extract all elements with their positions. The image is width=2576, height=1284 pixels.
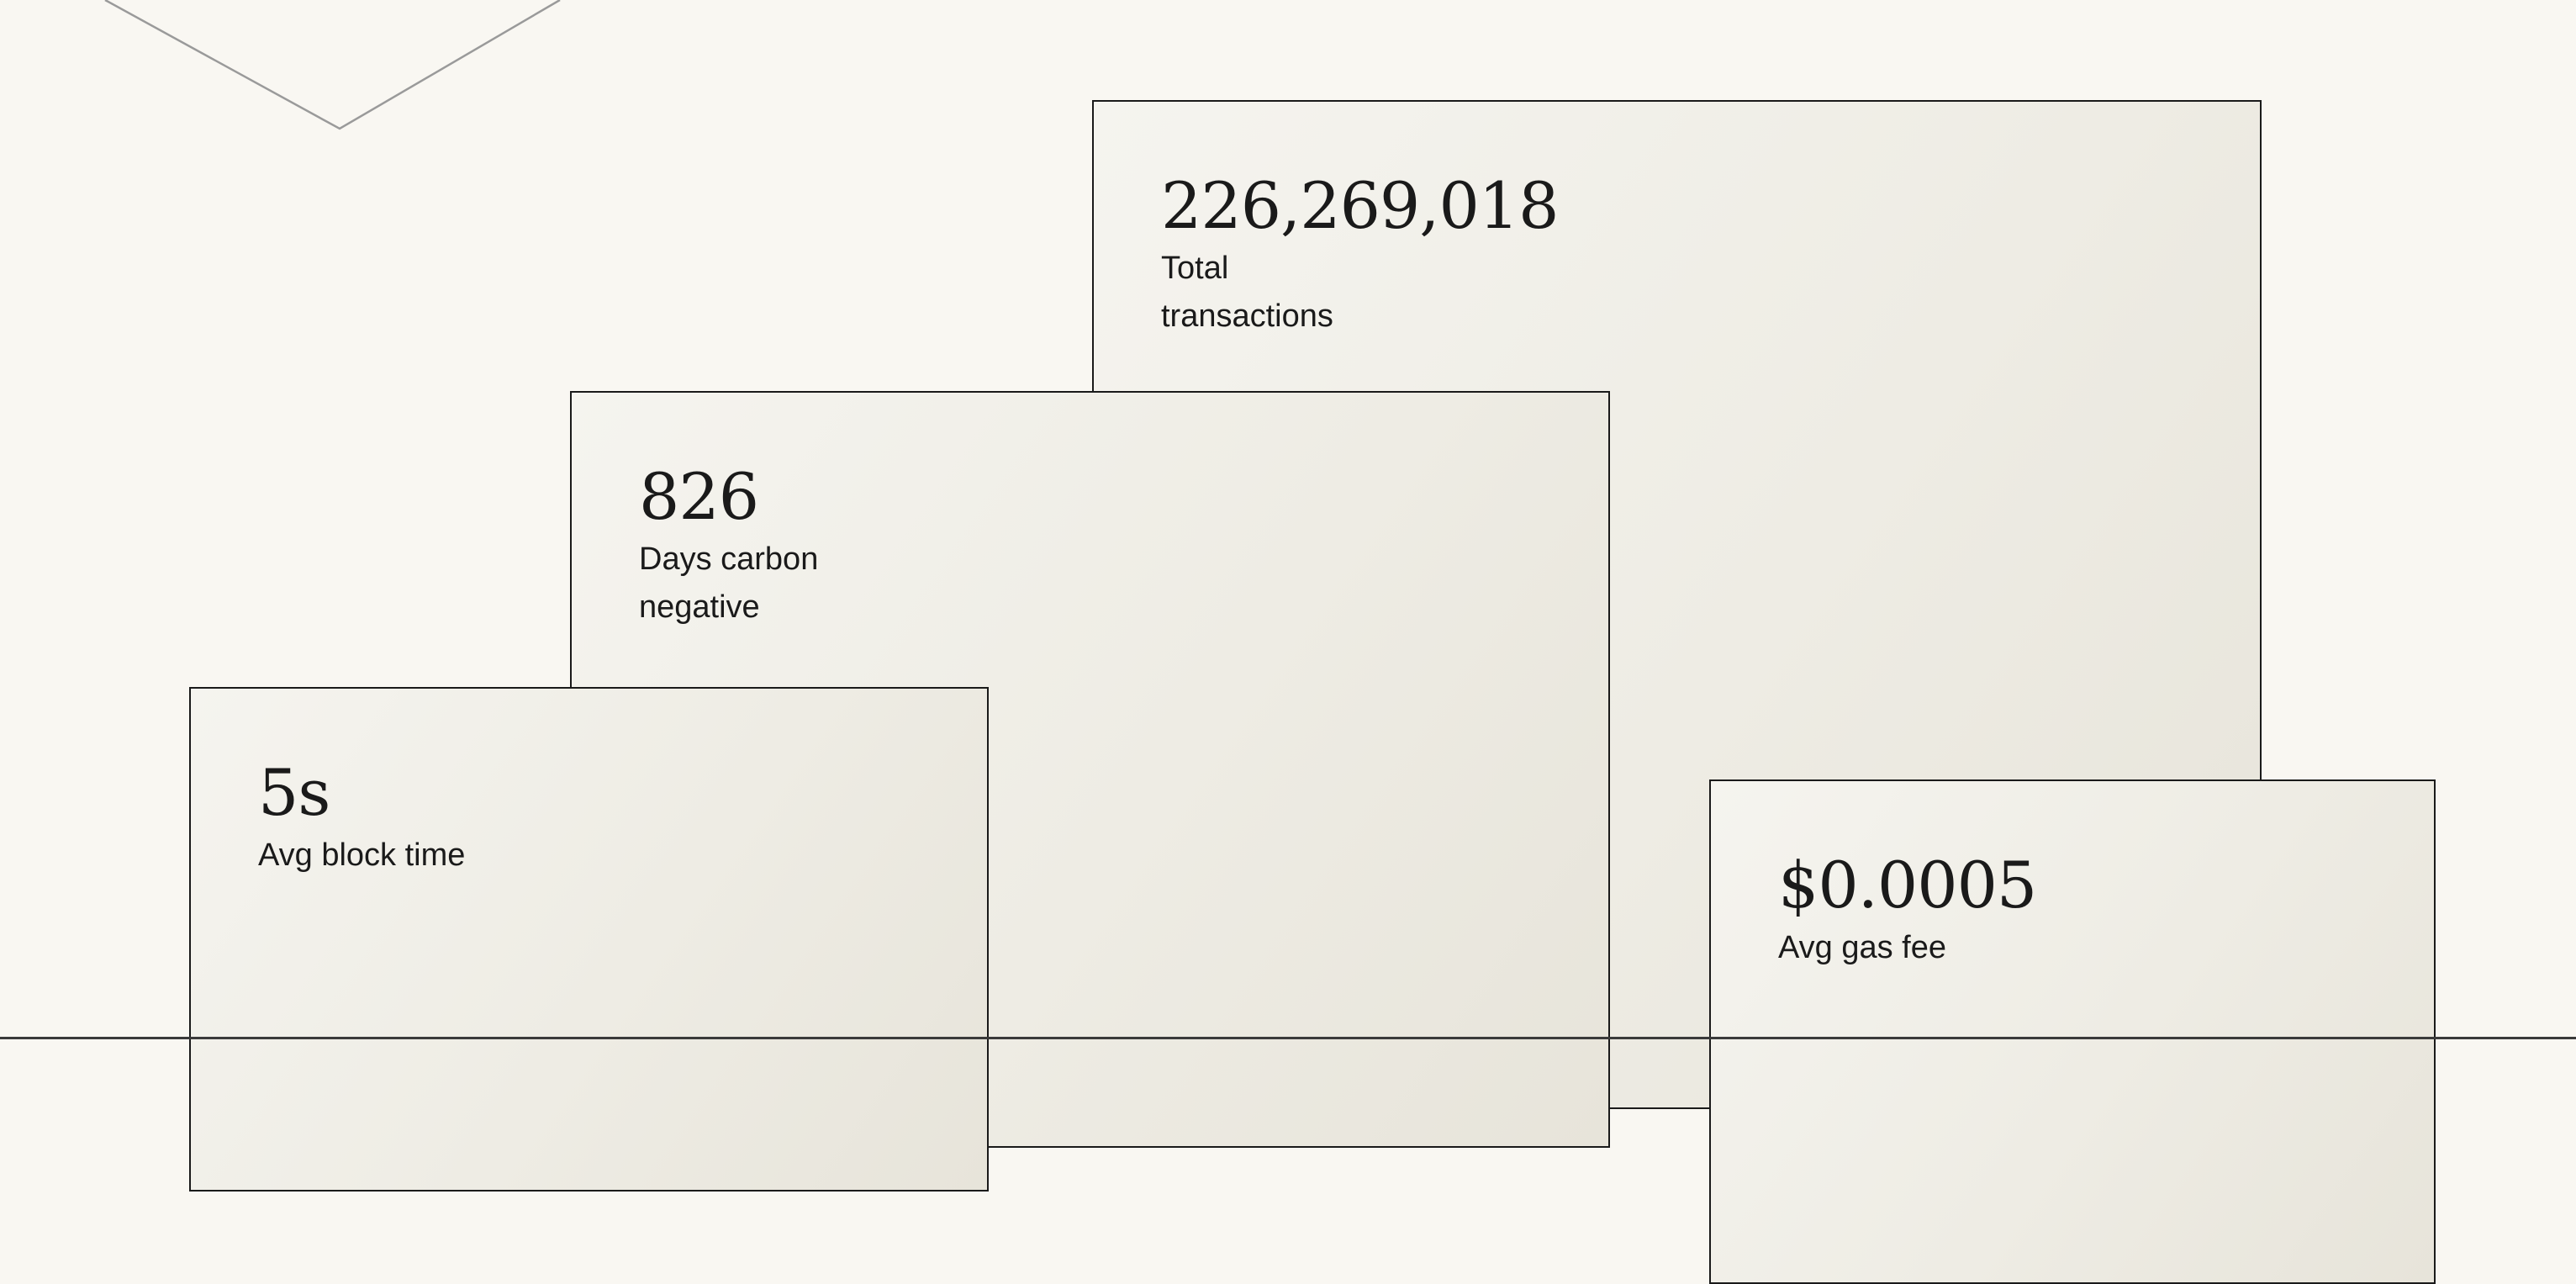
stat-label-avg-block-time: Avg block time <box>258 838 466 873</box>
stat-value-total-transactions: 226,269,018 <box>1161 168 1559 243</box>
stat-value-avg-block-time: 5s <box>258 755 330 830</box>
stat-value-avg-gas-fee: $0.0005 <box>1778 848 2037 922</box>
decorative-chevron-line <box>104 0 561 130</box>
stat-label-avg-gas-fee: Avg gas fee <box>1778 930 1947 965</box>
stat-card-avg-block-time: 5s Avg block time <box>189 687 989 1192</box>
stat-label-total-transactions: Total transactions <box>1161 251 1333 334</box>
stat-label-days-carbon-negative: Days carbon negative <box>639 542 819 625</box>
stat-card-avg-gas-fee: $0.0005 Avg gas fee <box>1709 779 2436 1284</box>
stat-value-days-carbon-negative: 826 <box>639 459 759 534</box>
